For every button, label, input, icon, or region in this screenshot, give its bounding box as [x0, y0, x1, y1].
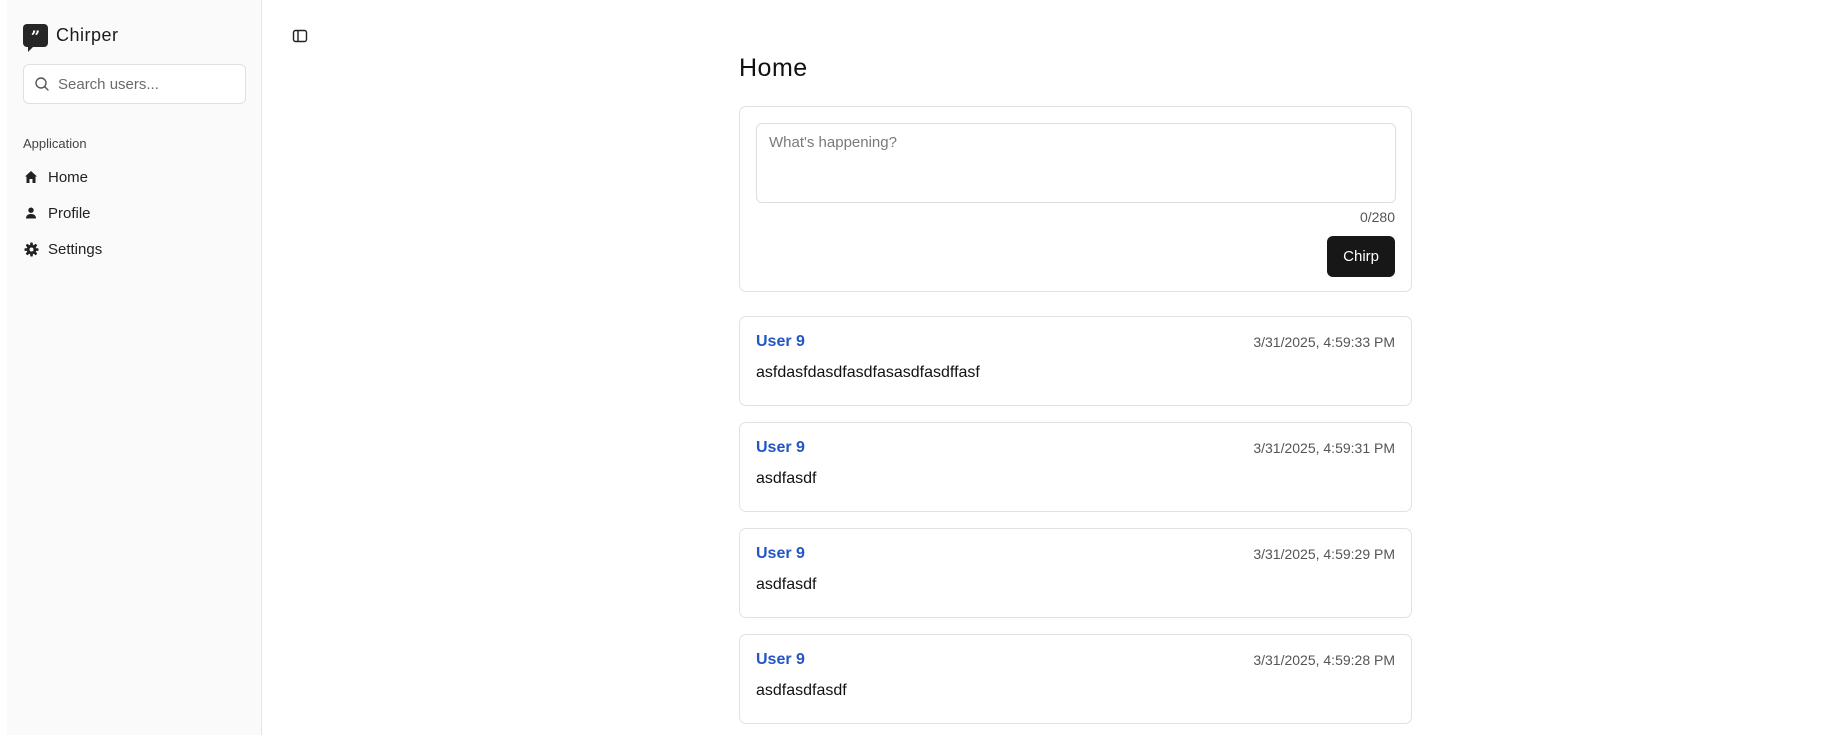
- char-counter: 0/280: [1359, 209, 1395, 225]
- gear-icon: [23, 241, 39, 257]
- search-input[interactable]: [58, 75, 228, 93]
- post-timestamp: 3/31/2025, 4:59:31 PM: [1253, 440, 1395, 456]
- post-text: asdfasdf: [756, 576, 817, 593]
- search-icon: [35, 77, 49, 91]
- post-text: asdfasdf: [756, 470, 817, 487]
- post-timestamp: 3/31/2025, 4:59:33 PM: [1253, 334, 1395, 350]
- post-item: User 9 3/31/2025, 4:59:28 PM asdfasdfasd…: [739, 634, 1412, 724]
- post-timestamp: 3/31/2025, 4:59:28 PM: [1253, 652, 1395, 668]
- main-content: Home 0/280 Chirp User 9 3/31/2025, 4:59:…: [262, 0, 1833, 735]
- page-title: Home: [739, 54, 808, 82]
- sidebar-item-profile[interactable]: Profile: [23, 195, 246, 231]
- app-name: Chirper: [56, 24, 119, 45]
- post-text: asfdasfdasdfasdfasasdfasdffasf: [756, 364, 980, 381]
- feed-column: Home 0/280 Chirp User 9 3/31/2025, 4:59:…: [739, 54, 1412, 735]
- chirper-logo-icon: ”: [23, 23, 48, 52]
- post-list: User 9 3/31/2025, 4:59:33 PM asfdasfdasd…: [739, 316, 1412, 724]
- composer-card: 0/280 Chirp: [739, 106, 1412, 292]
- chirp-button[interactable]: Chirp: [1327, 236, 1395, 277]
- post-timestamp: 3/31/2025, 4:59:29 PM: [1253, 546, 1395, 562]
- user-icon: [23, 205, 39, 221]
- sidebar: ” Chirper Application Home Profil: [7, 0, 262, 735]
- post-item: User 9 3/31/2025, 4:59:33 PM asfdasfdasd…: [739, 316, 1412, 406]
- search-box: [23, 64, 246, 104]
- sidebar-item-label: Settings: [48, 240, 103, 258]
- sidebar-item-settings[interactable]: Settings: [23, 231, 246, 267]
- nav-group-label: Application: [23, 136, 87, 151]
- post-item: User 9 3/31/2025, 4:59:29 PM asdfasdf: [739, 528, 1412, 618]
- app-root: ” Chirper Application Home Profil: [0, 0, 1833, 735]
- sidebar-item-label: Profile: [48, 204, 91, 222]
- post-item: User 9 3/31/2025, 4:59:31 PM asdfasdf: [739, 422, 1412, 512]
- sidebar-nav: Home Profile Settings: [23, 159, 246, 267]
- brand[interactable]: ” Chirper: [23, 23, 246, 52]
- sidebar-toggle-icon[interactable]: [292, 28, 310, 46]
- post-text: asdfasdfasdf: [756, 682, 847, 699]
- chirp-textarea[interactable]: [756, 123, 1396, 203]
- home-icon: [23, 169, 39, 185]
- sidebar-item-label: Home: [48, 168, 89, 186]
- sidebar-item-home[interactable]: Home: [23, 159, 246, 195]
